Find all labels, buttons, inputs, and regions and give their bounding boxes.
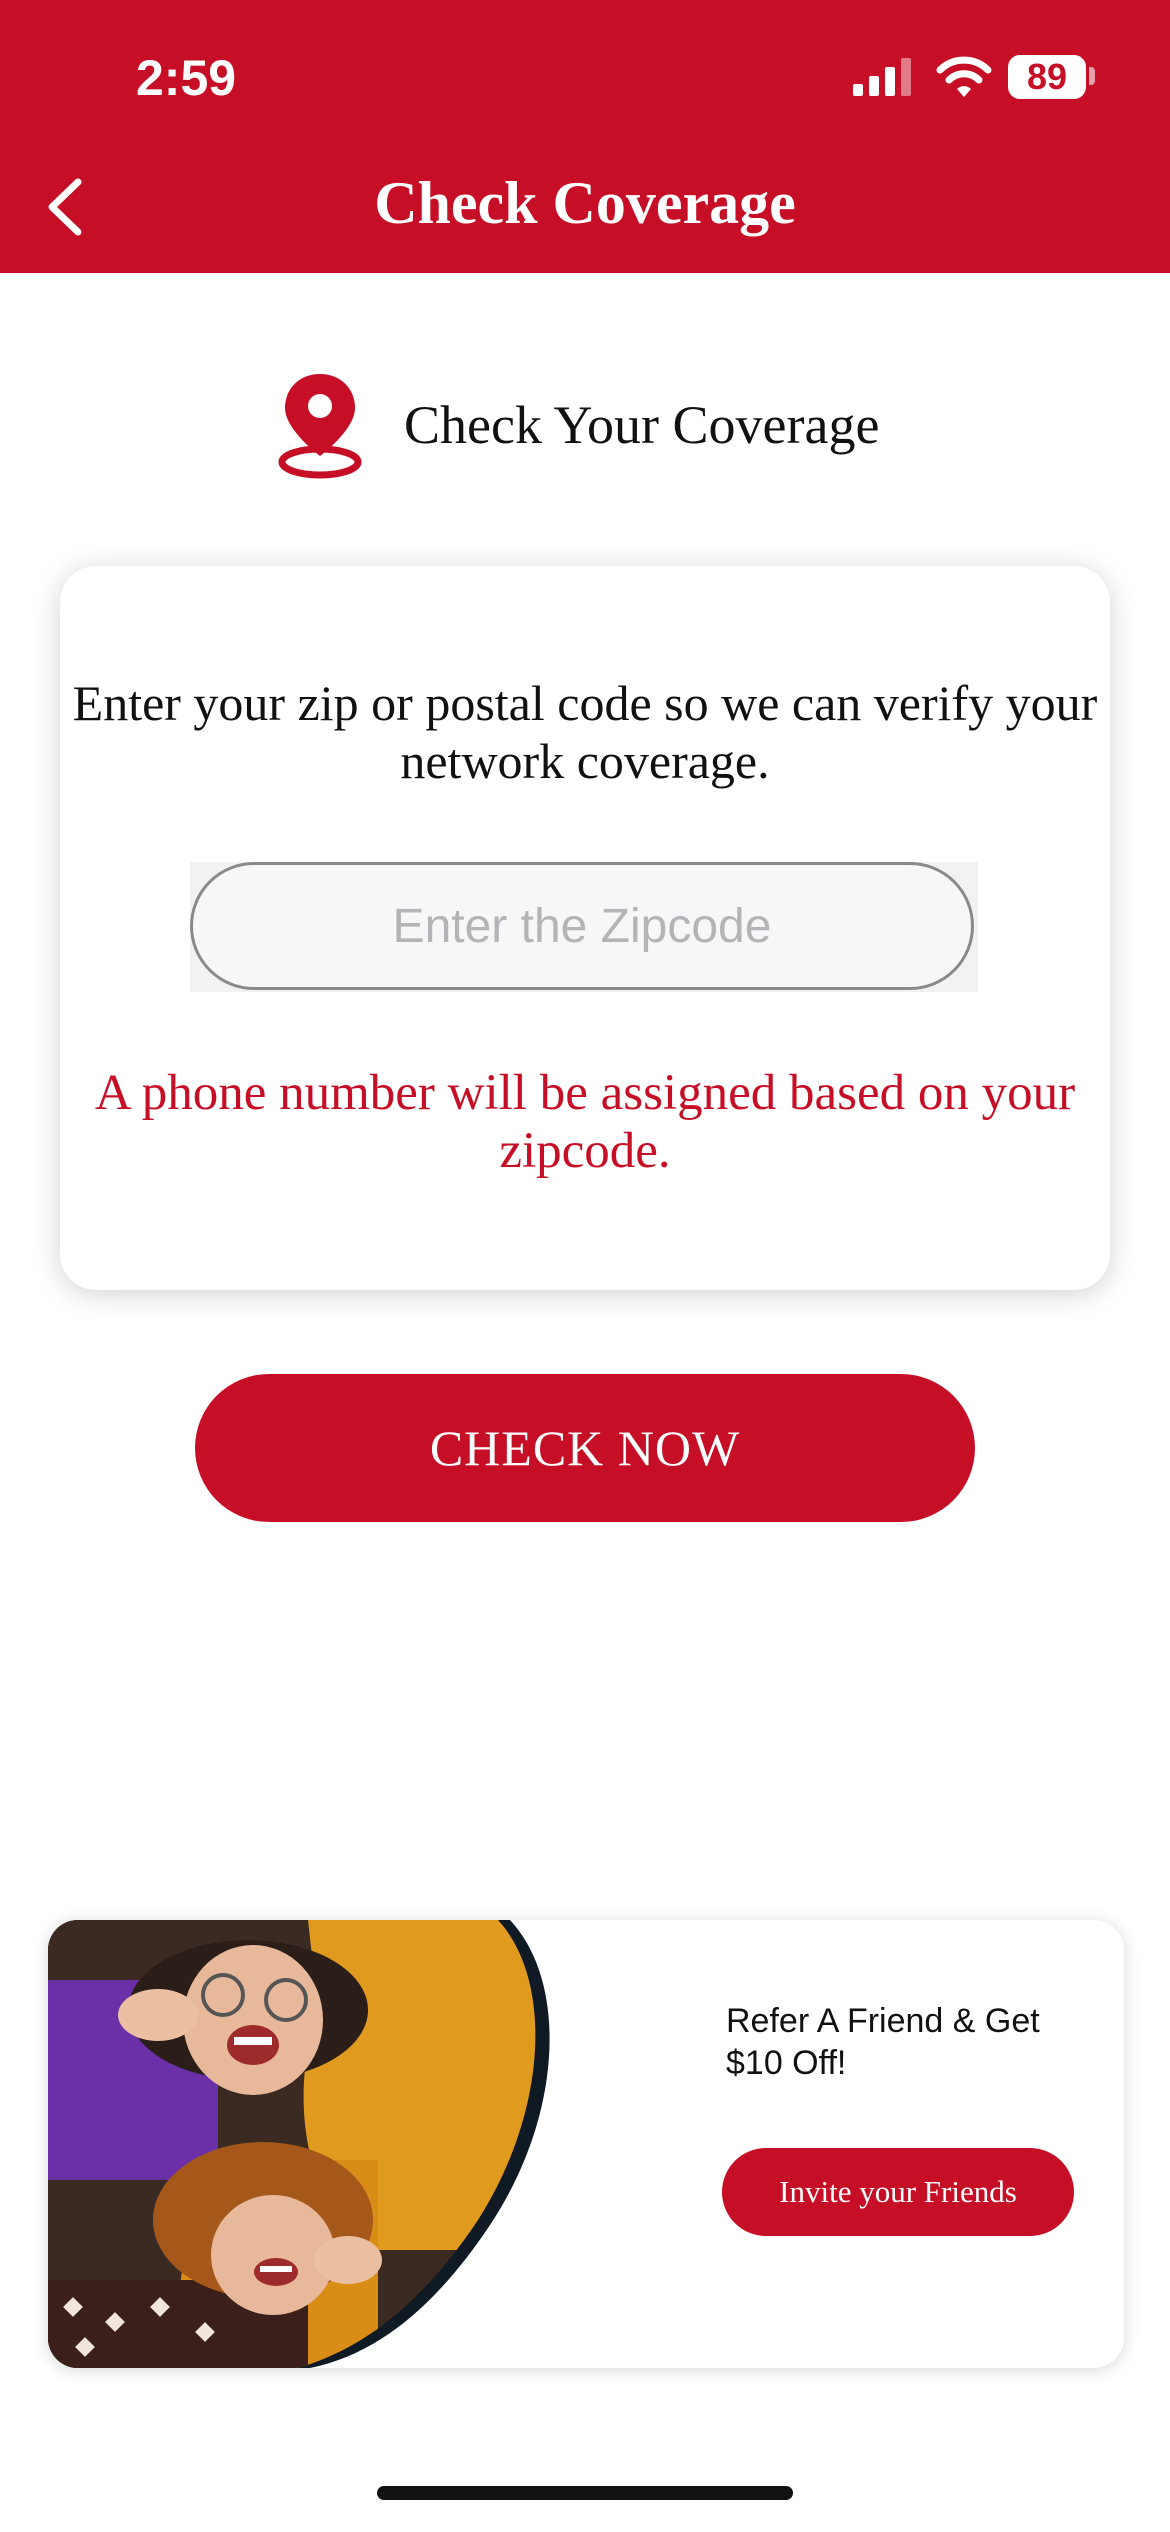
zip-input-container <box>190 862 978 992</box>
battery-icon: 89 <box>1008 55 1086 99</box>
referral-text: Refer A Friend & Get $10 Off! <box>726 2002 1040 2082</box>
status-time: 2:59 <box>136 50 237 106</box>
coverage-card: Enter your zip or postal code so we can … <box>60 566 1110 1290</box>
home-indicator[interactable] <box>377 2486 793 2500</box>
check-now-button[interactable]: CHECK NOW <box>195 1374 975 1522</box>
coverage-heading: Check Your Coverage <box>0 370 1170 480</box>
referral-banner[interactable]: Refer A Friend & Get $10 Off! Invite you… <box>48 1920 1124 2368</box>
phone-number-note: A phone number will be assigned based on… <box>94 1065 1076 1179</box>
location-pin-icon <box>278 374 362 479</box>
zipcode-input[interactable] <box>190 862 974 990</box>
invite-friends-button[interactable]: Invite your Friends <box>722 2148 1074 2236</box>
battery-nub <box>1089 67 1095 85</box>
page-title: Check Coverage <box>374 170 796 236</box>
wifi-icon <box>936 56 992 97</box>
coverage-description: Enter your zip or postal code so we can … <box>72 675 1098 789</box>
section-title: Check Your Coverage <box>404 395 880 455</box>
two-smiling-women-photo <box>48 1920 550 2368</box>
signal-icon <box>853 58 911 96</box>
app-header: 2:59 89 Check Coverage <box>0 0 1170 273</box>
